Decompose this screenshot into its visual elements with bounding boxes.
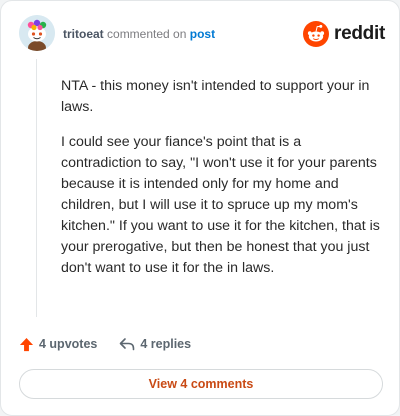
comment-card: tritoeat commented on post reddit NTA - … <box>0 0 400 416</box>
comment-paragraph: I could see your fiance's point that is … <box>61 134 380 276</box>
comment-paragraph: NTA - this money isn't intended to suppo… <box>61 78 370 115</box>
reply-arrow-icon <box>120 338 135 351</box>
reddit-wordmark: reddit <box>334 23 385 44</box>
reddit-logo[interactable]: reddit <box>303 21 385 47</box>
snoo-avatar-icon <box>19 15 55 51</box>
reddit-snoo-icon <box>303 21 330 47</box>
replies-button[interactable]: 4 replies <box>119 337 191 351</box>
author-action-text: commented on <box>107 27 187 41</box>
comment-header: tritoeat commented on post reddit <box>19 15 385 55</box>
upvote-arrow-icon <box>19 337 34 351</box>
upvotes-count: 4 upvotes <box>39 337 98 351</box>
thread-line <box>36 59 37 317</box>
comment-actions: 4 upvotes 4 replies <box>19 334 385 354</box>
comment-body: NTA - this money isn't intended to suppo… <box>61 76 381 293</box>
upvote-button[interactable]: 4 upvotes <box>19 337 97 352</box>
user-avatar[interactable] <box>19 15 55 51</box>
replies-count: 4 replies <box>140 337 192 351</box>
author-line: tritoeat commented on post <box>63 27 215 41</box>
post-link[interactable]: post <box>190 27 215 41</box>
author-username[interactable]: tritoeat <box>63 27 104 41</box>
view-comments-button[interactable]: View 4 comments <box>19 369 383 399</box>
